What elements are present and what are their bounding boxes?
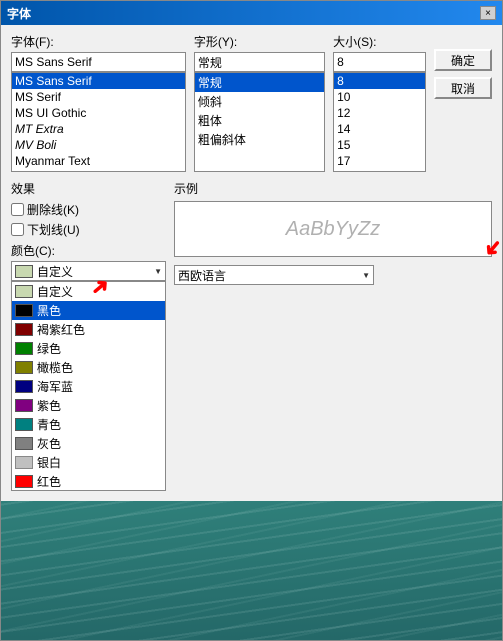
- preview-label: 示例: [174, 180, 492, 197]
- color-swatch: [15, 418, 33, 431]
- style-label: 字形(Y):: [194, 33, 325, 50]
- color-item-label: 自定义: [37, 283, 73, 300]
- color-item[interactable]: 自定义: [12, 282, 165, 301]
- color-item[interactable]: 绿色: [12, 339, 165, 358]
- title-bar: 字体 ×: [1, 1, 502, 25]
- size-input[interactable]: [333, 52, 426, 72]
- color-item[interactable]: 橄榄色: [12, 358, 165, 377]
- style-listbox[interactable]: 常规 倾斜 粗体 粗偏斜体: [194, 72, 325, 172]
- cancel-button[interactable]: 取消: [434, 77, 492, 99]
- font-input[interactable]: [11, 52, 186, 72]
- color-swatch: [15, 475, 33, 488]
- color-swatch: [15, 342, 33, 355]
- font-listbox[interactable]: MS Sans Serif MS Serif MS UI Gothic MT E…: [11, 72, 186, 172]
- list-item[interactable]: Nirmala UI: [12, 169, 185, 172]
- effects-title: 效果: [11, 180, 166, 197]
- bottom-controls-row: 效果 删除线(K) 下划线(U) 颜色(C):: [11, 180, 492, 491]
- list-item[interactable]: 14: [334, 121, 425, 137]
- script-row: 西欧语言 ▼ ➜: [174, 265, 492, 285]
- close-button[interactable]: ×: [480, 6, 496, 20]
- color-item[interactable]: 黑色: [12, 301, 165, 320]
- underline-label[interactable]: 下划线(U): [27, 221, 80, 238]
- underline-row: 下划线(U): [11, 221, 166, 238]
- list-item[interactable]: 12: [334, 105, 425, 121]
- style-column: 字形(Y): 常规 倾斜 粗体 粗偏斜体: [194, 33, 325, 172]
- list-item[interactable]: 粗体: [195, 111, 324, 130]
- color-dropdown-left: 自定义: [15, 263, 73, 280]
- color-dropdown[interactable]: 自定义 ▼: [11, 261, 166, 281]
- color-swatch: [15, 437, 33, 450]
- color-section-label: 颜色(C):: [11, 242, 166, 259]
- size-label: 大小(S):: [333, 33, 426, 50]
- ok-button[interactable]: 确定: [434, 49, 492, 71]
- color-swatch: [15, 456, 33, 469]
- color-swatch: [15, 323, 33, 336]
- preview-sample-text: AaBbYyZz: [286, 218, 380, 241]
- color-item[interactable]: 褐紫红色: [12, 320, 165, 339]
- color-item-label: 橄榄色: [37, 359, 73, 376]
- color-section: 颜色(C): 自定义 ▼: [11, 242, 166, 491]
- color-swatch: [15, 399, 33, 412]
- color-item-label: 银白: [37, 454, 61, 471]
- color-item[interactable]: 海军蓝: [12, 377, 165, 396]
- color-swatch: [15, 361, 33, 374]
- color-item[interactable]: 银白: [12, 453, 165, 472]
- color-item-label: 青色: [37, 416, 61, 433]
- dialog-title: 字体: [7, 5, 31, 22]
- size-column: 大小(S): 8 10 12 14 15 17 18: [333, 33, 426, 172]
- preview-section: 示例 AaBbYyZz 西欧语言 ▼ ➜: [174, 180, 492, 491]
- list-item[interactable]: MT Extra: [12, 121, 185, 137]
- list-item[interactable]: MS Serif: [12, 89, 185, 105]
- effects-section: 效果 删除线(K) 下划线(U) 颜色(C):: [11, 180, 166, 491]
- strikethrough-row: 删除线(K): [11, 201, 166, 218]
- color-item[interactable]: 紫色: [12, 396, 165, 415]
- list-item[interactable]: Myanmar Text: [12, 153, 185, 169]
- list-item[interactable]: 粗偏斜体: [195, 130, 324, 149]
- top-controls-row: 字体(F): MS Sans Serif MS Serif MS UI Goth…: [11, 33, 492, 172]
- style-input[interactable]: [194, 52, 325, 72]
- color-item-label: 绿色: [37, 340, 61, 357]
- color-swatch-custom: [15, 265, 33, 278]
- color-item[interactable]: 红色: [12, 472, 165, 491]
- strikethrough-checkbox[interactable]: [11, 203, 24, 216]
- list-item[interactable]: MS UI Gothic: [12, 105, 185, 121]
- color-item-label: 海军蓝: [37, 378, 73, 395]
- strikethrough-label[interactable]: 删除线(K): [27, 201, 79, 218]
- color-swatch: [15, 285, 33, 298]
- color-item[interactable]: 灰色: [12, 434, 165, 453]
- color-swatch: [15, 304, 33, 317]
- font-dialog: 字体 × 字体(F): MS Sans Serif MS Serif MS UI…: [0, 0, 503, 641]
- color-item-label: 黑色: [37, 302, 61, 319]
- preview-box: AaBbYyZz: [174, 201, 492, 257]
- list-item[interactable]: 8: [334, 73, 425, 89]
- script-dropdown-arrow-icon: ▼: [362, 271, 370, 280]
- color-item-label: 褐紫红色: [37, 321, 85, 338]
- color-item-label: 紫色: [37, 397, 61, 414]
- list-item[interactable]: 10: [334, 89, 425, 105]
- list-item[interactable]: MV Boli: [12, 137, 185, 153]
- action-buttons: 确定 取消: [434, 33, 492, 172]
- list-item[interactable]: MS Sans Serif: [12, 73, 185, 89]
- list-item[interactable]: 常规: [195, 73, 324, 92]
- color-swatch: [15, 380, 33, 393]
- color-listbox[interactable]: 自定义 黑色 褐紫红色: [11, 281, 166, 491]
- color-item-label: 灰色: [37, 435, 61, 452]
- color-item-label: 红色: [37, 473, 61, 490]
- list-item[interactable]: 15: [334, 137, 425, 153]
- script-value: 西欧语言: [178, 267, 226, 284]
- underline-checkbox[interactable]: [11, 223, 24, 236]
- font-column: 字体(F): MS Sans Serif MS Serif MS UI Goth…: [11, 33, 186, 172]
- color-item[interactable]: 青色: [12, 415, 165, 434]
- color-dropdown-label: 自定义: [37, 263, 73, 280]
- list-item[interactable]: 17: [334, 153, 425, 169]
- color-dropdown-arrow-icon: ▼: [154, 267, 162, 276]
- script-dropdown[interactable]: 西欧语言 ▼: [174, 265, 374, 285]
- list-item[interactable]: 倾斜: [195, 92, 324, 111]
- size-listbox[interactable]: 8 10 12 14 15 17 18: [333, 72, 426, 172]
- dialog-content: 字体(F): MS Sans Serif MS Serif MS UI Goth…: [1, 25, 502, 501]
- font-label: 字体(F):: [11, 33, 186, 50]
- list-item[interactable]: 18: [334, 169, 425, 172]
